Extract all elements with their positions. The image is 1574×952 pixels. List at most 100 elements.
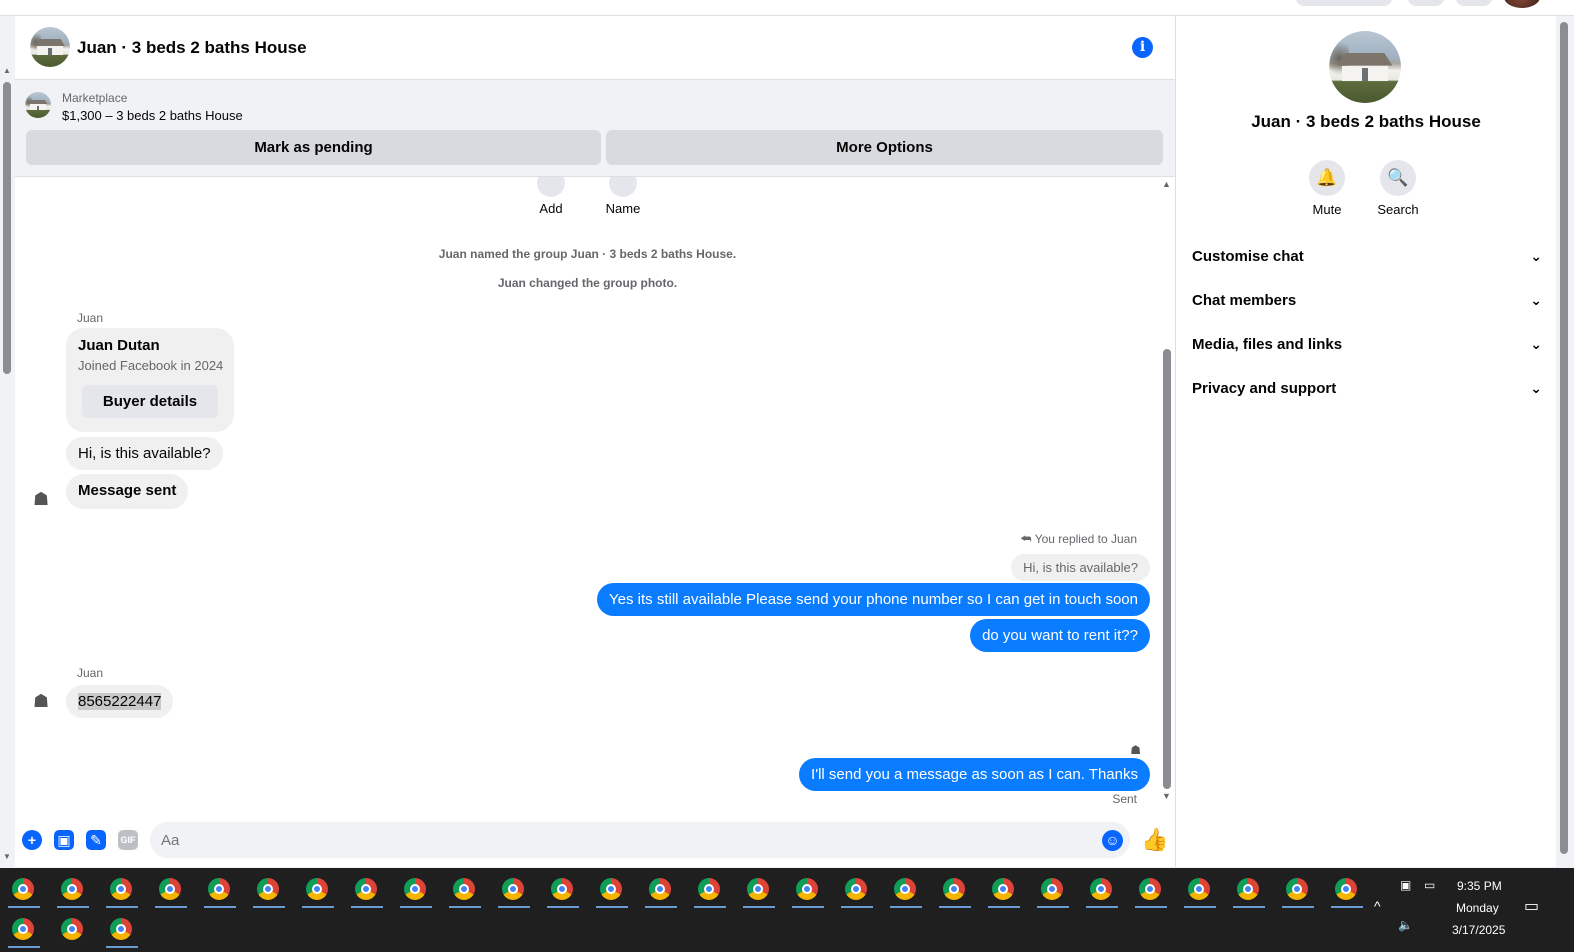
- photo-icon[interactable]: ▣: [54, 830, 74, 850]
- message-bubble-incoming[interactable]: 8565222447: [66, 685, 174, 718]
- gif-icon[interactable]: GIF: [118, 830, 138, 850]
- running-indicator: [253, 906, 285, 908]
- scroll-down-arrow-icon[interactable]: ▼: [1162, 791, 1171, 801]
- thread-scrollbar[interactable]: ▲ ▼: [1160, 177, 1174, 817]
- section-privacy-support[interactable]: Privacy and support ⌄: [1192, 380, 1542, 397]
- show-hidden-icons-icon[interactable]: ^: [1374, 898, 1381, 914]
- window-scrollbar-thumb[interactable]: [1560, 22, 1568, 854]
- network-icon[interactable]: ▭: [1424, 878, 1435, 892]
- add-people-action[interactable]: Add: [534, 177, 568, 216]
- taskbar-chrome-window[interactable]: [294, 870, 343, 908]
- volume-icon[interactable]: 🔈: [1398, 918, 1413, 932]
- taskbar-chrome-window[interactable]: [980, 870, 1029, 908]
- taskbar-chrome-window[interactable]: [196, 870, 245, 908]
- taskbar-chrome-window[interactable]: [0, 870, 49, 908]
- sender-avatar[interactable]: ☗: [30, 690, 56, 716]
- clock-day[interactable]: Monday: [1456, 901, 1499, 915]
- taskbar-chrome-window[interactable]: [98, 910, 147, 948]
- chat-title[interactable]: Juan · 3 beds 2 baths House: [77, 38, 307, 58]
- listing-thumbnail[interactable]: [25, 92, 51, 118]
- selected-phone-number[interactable]: 8565222447: [78, 693, 162, 710]
- taskbar-chrome-window[interactable]: [1323, 870, 1372, 908]
- name-group-action[interactable]: Name: [603, 177, 643, 216]
- top-notifications-button[interactable]: [1456, 0, 1492, 6]
- group-photo[interactable]: [1329, 31, 1401, 103]
- running-indicator: [547, 906, 579, 908]
- taskbar-chrome-window[interactable]: [637, 870, 686, 908]
- thread-scrollbar-thumb[interactable]: [1163, 349, 1171, 789]
- emoji-icon[interactable]: ☺: [1102, 830, 1123, 851]
- taskbar-chrome-window[interactable]: [490, 870, 539, 908]
- taskbar-chrome-window[interactable]: [686, 870, 735, 908]
- add-label: Add: [539, 201, 563, 216]
- taskbar-chrome-window[interactable]: [49, 870, 98, 908]
- more-options-button[interactable]: More Options: [606, 130, 1163, 165]
- thumbs-up-icon[interactable]: 👍: [1141, 827, 1168, 853]
- pencil-icon: [609, 177, 637, 197]
- taskbar-chrome-window[interactable]: [735, 870, 784, 908]
- buyer-name[interactable]: Juan Dutan: [78, 337, 160, 354]
- taskbar-chrome-window[interactable]: [1225, 870, 1274, 908]
- taskbar-chrome-window[interactable]: [49, 910, 98, 948]
- message-input[interactable]: [150, 822, 1130, 858]
- listing-title[interactable]: $1,300 – 3 beds 2 baths House: [62, 108, 243, 123]
- taskbar-chrome-window[interactable]: [539, 870, 588, 908]
- scroll-up-arrow-icon[interactable]: ▲: [3, 66, 11, 75]
- taskbar-chrome-window[interactable]: [588, 870, 637, 908]
- taskbar-chrome-window[interactable]: [1029, 870, 1078, 908]
- profile-avatar[interactable]: [1504, 0, 1540, 8]
- info-icon[interactable]: i: [1132, 37, 1153, 58]
- notifications-icon[interactable]: ▭: [1524, 896, 1539, 916]
- mute-button[interactable]: 🔔 Mute: [1287, 160, 1367, 217]
- clock-date[interactable]: 3/17/2025: [1452, 923, 1505, 937]
- taskbar-chrome-window[interactable]: [784, 870, 833, 908]
- scroll-down-arrow-icon[interactable]: ▼: [3, 852, 11, 861]
- window-scrollbar[interactable]: [1556, 16, 1574, 867]
- taskbar-chrome-window[interactable]: [882, 870, 931, 908]
- taskbar-chrome-window[interactable]: [931, 870, 980, 908]
- running-indicator: [351, 906, 383, 908]
- page-scrollbar-thumb[interactable]: [3, 82, 11, 374]
- message-bubble-incoming[interactable]: Message sent: [66, 474, 189, 509]
- taskbar-chrome-window[interactable]: [98, 870, 147, 908]
- taskbar-chrome-window[interactable]: [833, 870, 882, 908]
- message-bubble-outgoing[interactable]: I'll send you a message as soon as I can…: [799, 758, 1150, 791]
- scroll-up-arrow-icon[interactable]: ▲: [1162, 179, 1171, 189]
- message-bubble-outgoing[interactable]: do you want to rent it??: [970, 619, 1150, 652]
- marketplace-label: Marketplace: [62, 91, 128, 105]
- page-scrollbar[interactable]: ▲ ▼: [0, 16, 15, 867]
- chrome-icon: [992, 878, 1014, 900]
- taskbar-chrome-window[interactable]: [1127, 870, 1176, 908]
- running-indicator: [1037, 906, 1069, 908]
- taskbar-chrome-window[interactable]: [343, 870, 392, 908]
- running-indicator: [890, 906, 922, 908]
- sender-avatar[interactable]: ☗: [30, 488, 56, 514]
- top-messenger-button[interactable]: [1408, 0, 1444, 6]
- section-chat-members[interactable]: Chat members ⌄: [1192, 292, 1542, 309]
- plus-icon[interactable]: +: [22, 830, 42, 850]
- reply-quote[interactable]: Hi, is this available?: [1011, 554, 1150, 581]
- clock-time[interactable]: 9:35 PM: [1457, 879, 1502, 893]
- taskbar-chrome-window[interactable]: [392, 870, 441, 908]
- top-menu-button[interactable]: [1296, 0, 1392, 6]
- search-button[interactable]: 🔍 Search: [1358, 160, 1438, 217]
- taskbar-chrome-window[interactable]: [245, 870, 294, 908]
- message-status: Sent: [1112, 792, 1137, 806]
- section-media-files-links[interactable]: Media, files and links ⌄: [1192, 336, 1542, 353]
- buyer-details-button[interactable]: Buyer details: [82, 385, 218, 418]
- taskbar-chrome-window[interactable]: [441, 870, 490, 908]
- sticker-icon[interactable]: ✎: [86, 830, 106, 850]
- taskbar-chrome-window[interactable]: [0, 910, 49, 948]
- taskbar-chrome-window[interactable]: [1078, 870, 1127, 908]
- chevron-down-icon: ⌄: [1530, 248, 1542, 264]
- taskbar-chrome-window[interactable]: [1274, 870, 1323, 908]
- taskbar-chrome-window[interactable]: [147, 870, 196, 908]
- mark-as-pending-button[interactable]: Mark as pending: [26, 130, 601, 165]
- running-indicator: [988, 906, 1020, 908]
- camera-icon[interactable]: ▣: [1400, 878, 1411, 892]
- taskbar-chrome-window[interactable]: [1176, 870, 1225, 908]
- message-bubble-incoming[interactable]: Hi, is this available?: [66, 437, 223, 470]
- message-bubble-outgoing[interactable]: Yes its still available Please send your…: [597, 583, 1150, 616]
- section-customise-chat[interactable]: Customise chat ⌄: [1192, 248, 1542, 265]
- group-avatar[interactable]: [30, 27, 70, 67]
